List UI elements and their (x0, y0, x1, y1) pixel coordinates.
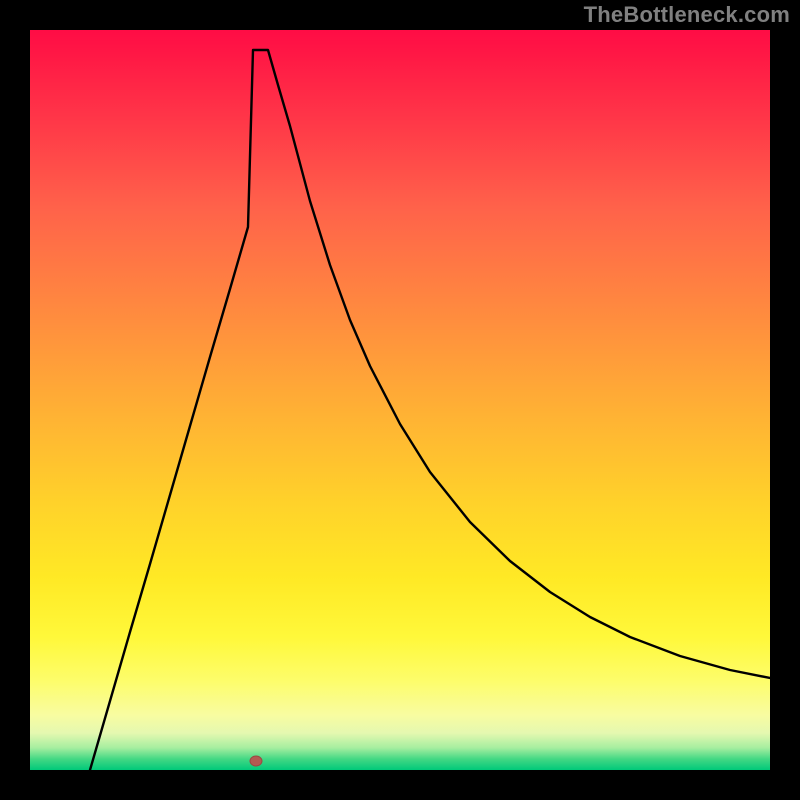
curve-svg (30, 30, 770, 770)
bottleneck-curve (90, 50, 770, 770)
plot-area (30, 30, 770, 770)
watermark-text: TheBottleneck.com (584, 2, 790, 28)
minimum-marker-icon (250, 756, 262, 766)
chart-frame: TheBottleneck.com (0, 0, 800, 800)
